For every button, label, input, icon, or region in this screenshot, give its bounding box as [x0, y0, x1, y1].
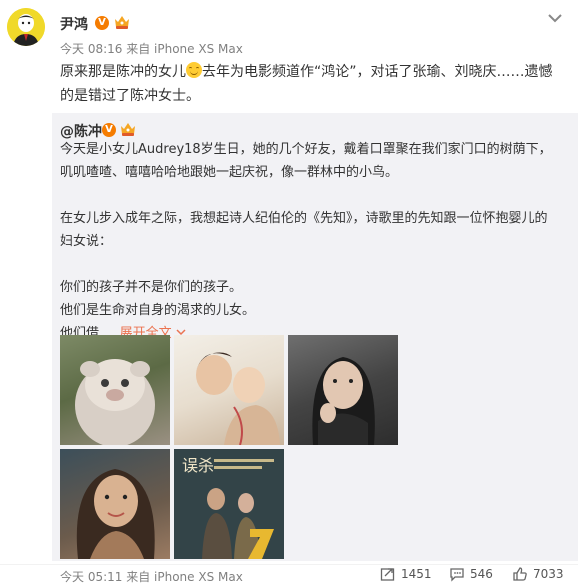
repost-text: 今天是小女儿Audrey18岁生日，她的几个好友，戴着口罩聚在我们家门口的树荫下…: [60, 138, 556, 345]
repost-button[interactable]: 1451: [380, 566, 432, 582]
repost-paragraph: 今天是小女儿Audrey18岁生日，她的几个好友，戴着口罩聚在我们家门口的树荫下…: [60, 142, 552, 180]
like-button[interactable]: 7033: [512, 566, 564, 582]
repost-meta: 今天 05:11 来自 iPhone XS Max: [60, 570, 243, 584]
photo-thumbnail[interactable]: [60, 335, 170, 445]
photo-thumbnail[interactable]: [288, 335, 398, 445]
footer-divider: [0, 564, 578, 565]
like-count: 7033: [533, 567, 564, 581]
avatar[interactable]: [7, 8, 45, 46]
photo-thumbnail[interactable]: [174, 335, 284, 445]
svg-text:误杀: 误杀: [182, 457, 214, 475]
vip-crown-icon: [113, 14, 131, 30]
smile-emoji-icon: [186, 62, 202, 78]
author-name[interactable]: 尹鸿: [60, 14, 88, 34]
chevron-down-icon[interactable]: [547, 10, 563, 24]
post-meta: 今天 08:16 来自 iPhone XS Max: [60, 42, 243, 56]
thumbs-up-icon: [513, 567, 527, 581]
repost-paragraph: 在女儿步入成年之际，我想起诗人纪伯伦的《先知》，诗歌里的先知跟一位怀抱婴儿的妇女…: [60, 211, 548, 249]
vip-crown-icon: [119, 121, 137, 137]
repost-icon: [380, 568, 395, 581]
repost-box[interactable]: @陈冲 V 今天是小女儿Audrey18岁生日，她的几个好友，戴着口罩聚在我们家…: [52, 113, 578, 561]
weibo-post: 尹鸿 V 今天 08:16 来自 iPhone XS Max 原来那是陈冲的女儿…: [0, 0, 578, 585]
verified-badge-icon: V: [102, 123, 116, 137]
repost-count: 1451: [401, 567, 432, 581]
repost-line: 你们的孩子并不是你们的孩子。: [60, 280, 243, 295]
comment-icon: [450, 568, 464, 582]
post-text: 原来那是陈冲的女儿 去年为电影频道作“鸿论”，对话了张瑜、刘晓庆……遗憾的是错过了…: [60, 60, 560, 108]
comment-count: 546: [470, 567, 493, 581]
photo-thumbnail[interactable]: [60, 449, 170, 559]
verified-badge-icon: V: [95, 16, 109, 30]
photo-thumbnail[interactable]: 误杀: [174, 449, 284, 559]
comment-button[interactable]: 546: [449, 566, 493, 582]
post-text-part-1: 原来那是陈冲的女儿: [60, 64, 186, 80]
repost-line: 他们是生命对自身的渴求的儿女。: [60, 303, 256, 318]
